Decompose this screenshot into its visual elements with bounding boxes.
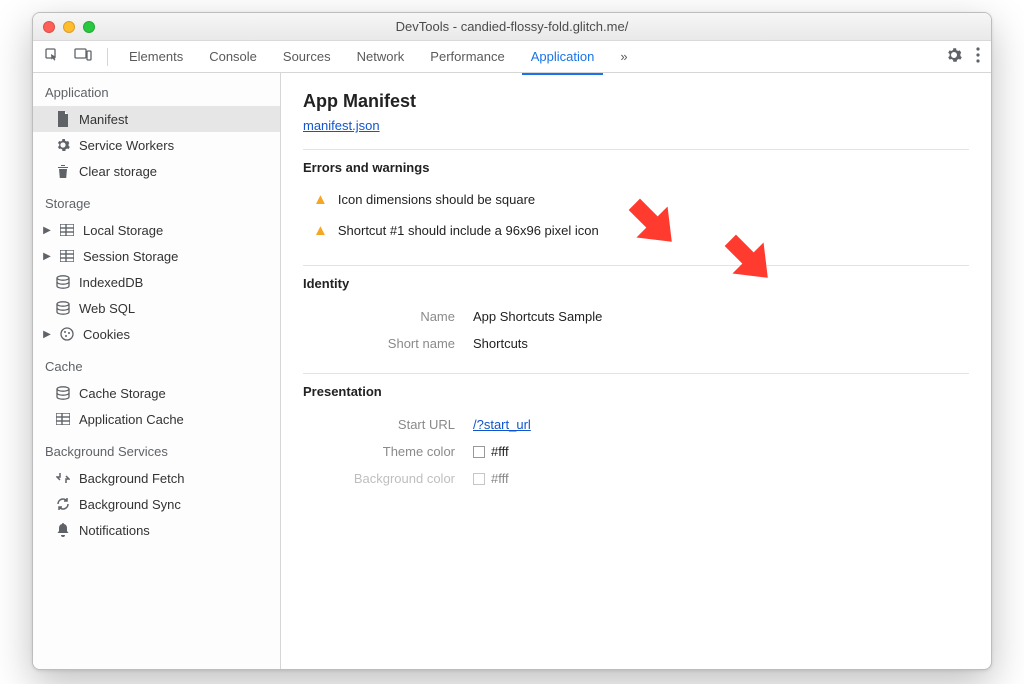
color-swatch-icon [473, 473, 485, 485]
tab-console[interactable]: Console [198, 43, 268, 70]
sync-icon [55, 496, 71, 512]
db-icon [55, 300, 71, 316]
sidebar-group-storage: Storage [33, 184, 280, 217]
sidebar-group-application: Application [33, 73, 280, 106]
tab-application[interactable]: Application [520, 43, 606, 70]
db-icon [55, 385, 71, 401]
sidebar-group-bg-services: Background Services [33, 432, 280, 465]
bell-icon [55, 522, 71, 538]
presentation-themecolor-row: Theme color #fff [303, 438, 969, 465]
tabs-overflow-button[interactable]: » [609, 43, 638, 70]
minimize-window-button[interactable] [63, 21, 75, 33]
fetch-icon [55, 470, 71, 486]
presentation-bgcolor-value: #fff [491, 471, 509, 486]
sidebar-item-indexeddb[interactable]: IndexedDB [33, 269, 280, 295]
tab-performance[interactable]: Performance [419, 43, 515, 70]
presentation-themecolor-label: Theme color [303, 444, 473, 459]
presentation-bgcolor-row: Background color #fff [303, 465, 969, 492]
section-presentation: Presentation Start URL /?start_url Theme… [303, 373, 969, 492]
sidebar-item-label: Clear storage [79, 164, 157, 179]
presentation-starturl-link[interactable]: /?start_url [473, 417, 531, 432]
chevron-right-icon: ▶ [43, 225, 51, 236]
warning-text: Shortcut #1 should include a 96x96 pixel… [338, 223, 599, 238]
sidebar-item-label: Application Cache [79, 412, 184, 427]
table-icon [59, 222, 75, 238]
warning-row: ▲ Shortcut #1 should include a 96x96 pix… [303, 218, 969, 249]
identity-name-label: Name [303, 309, 473, 324]
identity-shortname-row: Short name Shortcuts [303, 330, 969, 357]
gear-icon [55, 137, 71, 153]
section-presentation-title: Presentation [303, 384, 969, 399]
sidebar-item-label: Manifest [79, 112, 128, 127]
maximize-window-button[interactable] [83, 21, 95, 33]
chevron-right-icon: ▶ [43, 251, 51, 262]
sidebar-item-clear-storage[interactable]: Clear storage [33, 158, 280, 184]
sidebar-group-cache: Cache [33, 347, 280, 380]
sidebar-item-application-cache[interactable]: Application Cache [33, 406, 280, 432]
sidebar-item-local-storage[interactable]: ▶ Local Storage [33, 217, 280, 243]
sidebar-item-bg-sync[interactable]: Background Sync [33, 491, 280, 517]
identity-name-value: App Shortcuts Sample [473, 309, 602, 324]
device-toolbar-icon[interactable] [69, 43, 97, 70]
sidebar-item-websql[interactable]: Web SQL [33, 295, 280, 321]
sidebar-item-notifications[interactable]: Notifications [33, 517, 280, 543]
close-window-button[interactable] [43, 21, 55, 33]
warning-row: ▲ Icon dimensions should be square [303, 187, 969, 218]
manifest-panel: App Manifest manifest.json Errors and wa… [281, 73, 991, 669]
identity-shortname-label: Short name [303, 336, 473, 351]
presentation-starturl-row: Start URL /?start_url [303, 411, 969, 438]
identity-name-row: Name App Shortcuts Sample [303, 303, 969, 330]
inspect-element-icon[interactable] [39, 43, 65, 70]
devtools-tabbar: Elements Console Sources Network Perform… [33, 41, 991, 73]
trash-icon [55, 163, 71, 179]
sidebar-item-label: Background Sync [79, 497, 181, 512]
application-sidebar: Application Manifest Service Workers Cle… [33, 73, 281, 669]
settings-gear-icon[interactable] [941, 43, 967, 70]
sidebar-item-label: Notifications [79, 523, 150, 538]
more-vert-icon[interactable] [971, 43, 985, 70]
sidebar-item-label: Local Storage [83, 223, 163, 238]
sidebar-item-bg-fetch[interactable]: Background Fetch [33, 465, 280, 491]
table-icon [59, 248, 75, 264]
sidebar-item-cookies[interactable]: ▶ Cookies [33, 321, 280, 347]
color-swatch-icon [473, 446, 485, 458]
file-icon [55, 111, 71, 127]
warning-icon: ▲ [313, 191, 328, 208]
chevron-right-icon: ▶ [43, 329, 51, 340]
identity-shortname-value: Shortcuts [473, 336, 528, 351]
traffic-lights[interactable] [43, 21, 95, 33]
sidebar-item-service-workers[interactable]: Service Workers [33, 132, 280, 158]
sidebar-item-label: Session Storage [83, 249, 178, 264]
section-errors: Errors and warnings ▲ Icon dimensions sh… [303, 149, 969, 249]
tab-sources[interactable]: Sources [272, 43, 342, 70]
sidebar-item-cache-storage[interactable]: Cache Storage [33, 380, 280, 406]
sidebar-item-label: Cache Storage [79, 386, 166, 401]
window-title: DevTools - candied-flossy-fold.glitch.me… [33, 19, 991, 34]
section-errors-title: Errors and warnings [303, 160, 969, 175]
section-identity: Identity Name App Shortcuts Sample Short… [303, 265, 969, 357]
warning-text: Icon dimensions should be square [338, 192, 535, 207]
sidebar-item-label: Service Workers [79, 138, 174, 153]
warning-icon: ▲ [313, 222, 328, 239]
devtools-window: DevTools - candied-flossy-fold.glitch.me… [32, 12, 992, 670]
presentation-bgcolor-label: Background color [303, 471, 473, 486]
manifest-link[interactable]: manifest.json [303, 118, 380, 133]
window-titlebar: DevTools - candied-flossy-fold.glitch.me… [33, 13, 991, 41]
section-identity-title: Identity [303, 276, 969, 291]
tab-network[interactable]: Network [346, 43, 416, 70]
presentation-starturl-label: Start URL [303, 417, 473, 432]
sidebar-item-label: IndexedDB [79, 275, 143, 290]
db-icon [55, 274, 71, 290]
sidebar-item-label: Web SQL [79, 301, 135, 316]
presentation-themecolor-value: #fff [491, 444, 509, 459]
table-icon [55, 411, 71, 427]
sidebar-item-label: Cookies [83, 327, 130, 342]
sidebar-item-manifest[interactable]: Manifest [33, 106, 280, 132]
page-title: App Manifest [303, 91, 969, 112]
sidebar-item-session-storage[interactable]: ▶ Session Storage [33, 243, 280, 269]
cookie-icon [59, 326, 75, 342]
tab-elements[interactable]: Elements [118, 43, 194, 70]
sidebar-item-label: Background Fetch [79, 471, 185, 486]
